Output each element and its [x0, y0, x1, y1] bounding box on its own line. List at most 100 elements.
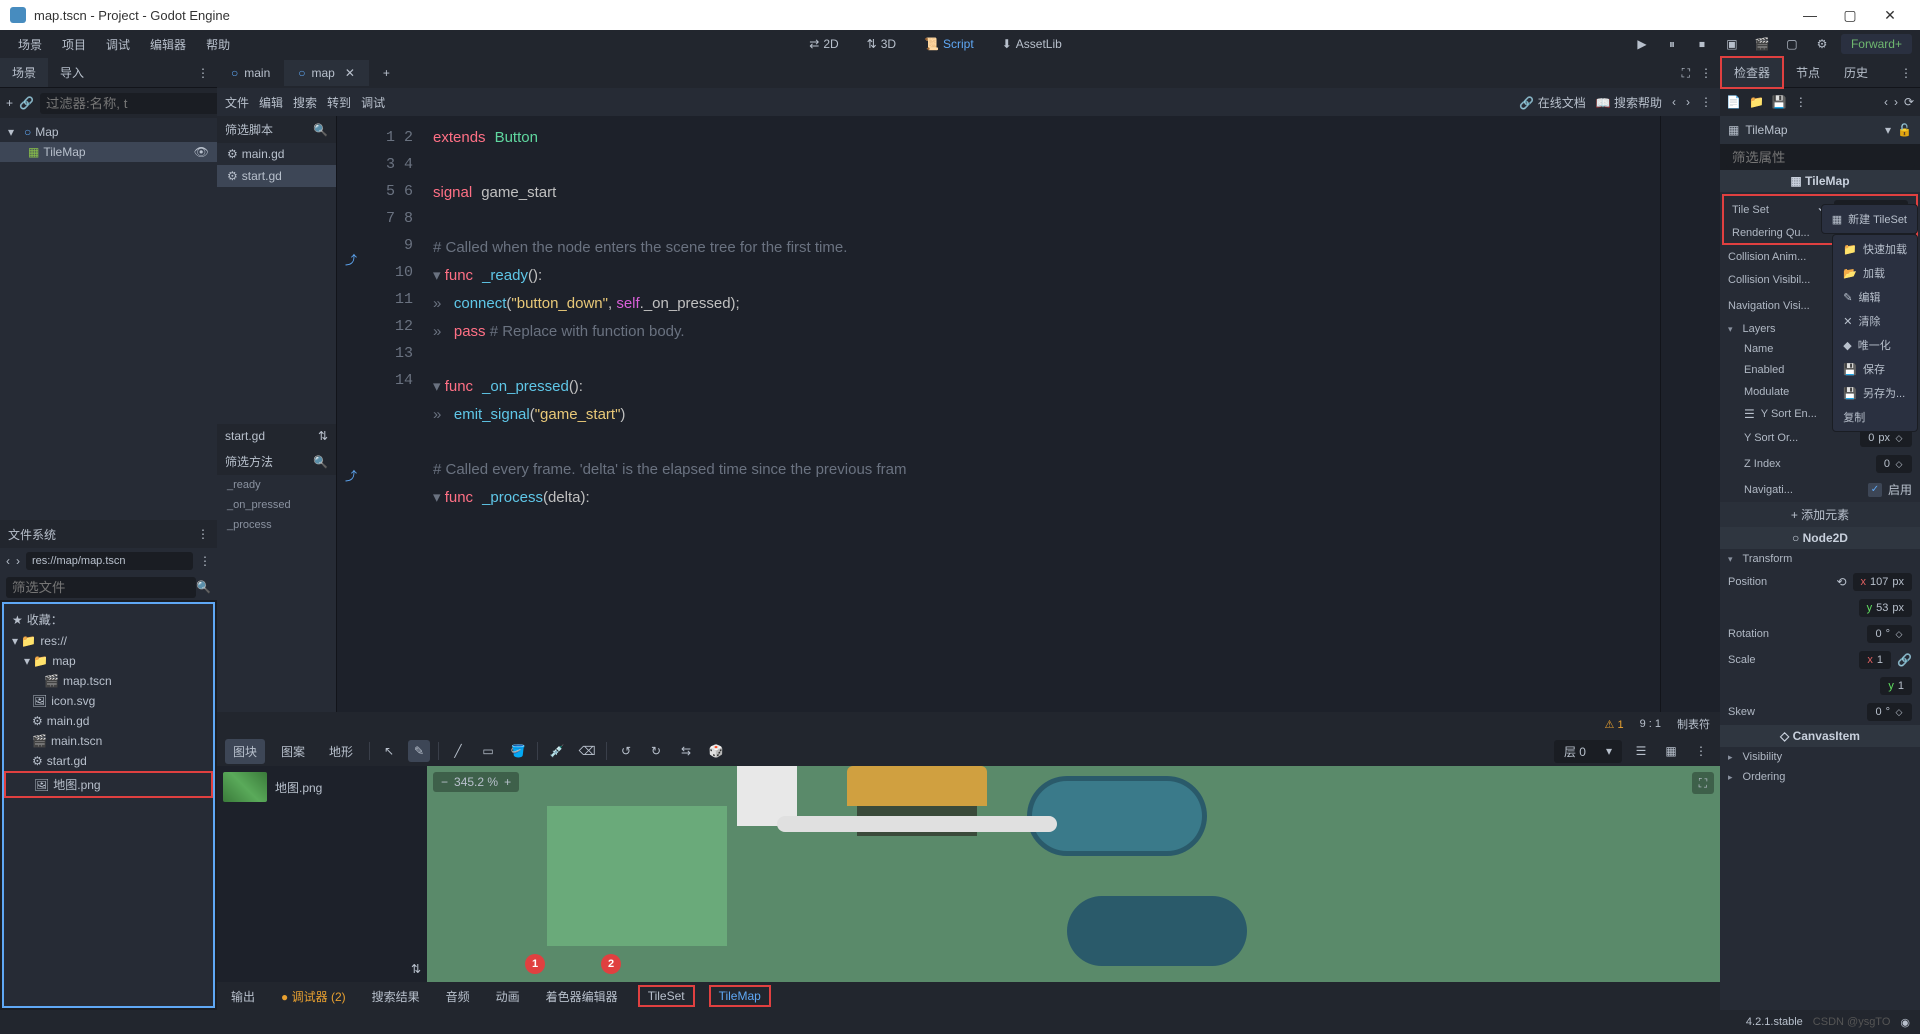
flip-h-icon[interactable]: ⇆	[675, 740, 697, 762]
bottom-tab-debugger[interactable]: ● 调试器 (2)	[275, 984, 352, 1009]
collapse-icon[interactable]: ▾	[8, 125, 20, 139]
play-button[interactable]: ▶	[1631, 33, 1653, 55]
skew-value[interactable]: 0° ◇	[1867, 703, 1912, 721]
visibility-group[interactable]: Visibility	[1743, 751, 1912, 763]
tilemap-tab-terrain[interactable]: 地形	[321, 739, 361, 764]
toolbar-menu-icon[interactable]: ⋮	[1700, 95, 1712, 109]
view-2d-button[interactable]: ⇄ 2D	[801, 33, 846, 55]
tab-node[interactable]: 节点	[1784, 58, 1832, 87]
code-content[interactable]: extends Button signal game_start # Calle…	[425, 116, 1660, 712]
tilemap-viewport[interactable]: − 345.2 % + ⛶ 1 2	[427, 766, 1720, 982]
menu-project[interactable]: 项目	[52, 32, 96, 57]
search-help-button[interactable]: 📖 搜索帮助	[1596, 94, 1662, 111]
movie-button[interactable]: 🎬	[1751, 33, 1773, 55]
tab-inspector[interactable]: 检查器	[1720, 56, 1784, 89]
view-3d-button[interactable]: ⇅ 3D	[859, 33, 904, 55]
menu-quick-load[interactable]: 📁 快速加载	[1833, 237, 1917, 261]
menu-debug[interactable]: 调试	[96, 32, 140, 57]
highlight-layer-icon[interactable]: ☰	[1630, 740, 1652, 762]
minimap[interactable]	[1660, 116, 1720, 712]
fs-main-tscn[interactable]: 🎬 main.tscn	[4, 731, 213, 751]
chevron-down-icon[interactable]: ▾	[1885, 123, 1891, 137]
method-process[interactable]: _process	[217, 515, 336, 535]
close-tab-icon[interactable]: ✕	[345, 66, 355, 80]
bottom-tab-shader[interactable]: 着色器编辑器	[540, 984, 624, 1009]
insp-menu-icon[interactable]: ⋮	[1795, 95, 1807, 109]
tilemap-tab-patterns[interactable]: 图案	[273, 739, 313, 764]
tilemap-tab-tiles[interactable]: 图块	[225, 739, 265, 764]
transform-title[interactable]: Transform	[1743, 553, 1912, 565]
position-y-value[interactable]: y 53 px	[1859, 599, 1912, 617]
menu-editor[interactable]: 编辑器	[140, 32, 196, 57]
menu-help[interactable]: 帮助	[196, 32, 240, 57]
insp-save-icon[interactable]: 💾	[1772, 95, 1787, 109]
scale-y-value[interactable]: y 1	[1880, 677, 1912, 695]
view-assetlib-button[interactable]: ⬇ AssetLib	[994, 33, 1070, 55]
bottom-tab-tileset[interactable]: TileSet	[638, 985, 695, 1007]
paint-tool-icon[interactable]: ✎	[408, 740, 430, 762]
insp-fwd-icon[interactable]: ›	[1894, 95, 1898, 109]
filesys-path[interactable]: res://map/map.tscn	[26, 552, 193, 570]
tileset-sort-icon[interactable]: ⇅	[217, 956, 427, 982]
menu-scene[interactable]: 场景	[8, 32, 52, 57]
section-node2d[interactable]: ○ Node2D	[1720, 527, 1920, 549]
play-custom-button[interactable]: ⚙	[1811, 33, 1833, 55]
add-element-button[interactable]: + 添加元素	[1791, 506, 1849, 523]
link-scale-icon[interactable]: 🔗	[1897, 653, 1912, 667]
menu-save[interactable]: 💾 保存	[1833, 357, 1917, 381]
menu-edit[interactable]: ✎ 编辑	[1833, 285, 1917, 309]
fs-icon-svg[interactable]: 🖼 icon.svg	[4, 691, 213, 711]
fs-root[interactable]: ▾ 📁 res://	[4, 631, 213, 651]
fs-folder-map[interactable]: ▾ 📁 map	[4, 651, 213, 671]
search-icon[interactable]: 🔍	[313, 123, 328, 137]
tab-import[interactable]: 导入	[48, 58, 96, 87]
fs-map-tscn[interactable]: 🎬 map.tscn	[4, 671, 213, 691]
select-tool-icon[interactable]: ↖	[378, 740, 400, 762]
filesys-nav-menu[interactable]: ⋮	[199, 554, 211, 568]
search-icon[interactable]: 🔍	[196, 580, 211, 594]
menu-copy[interactable]: 复制	[1833, 405, 1917, 429]
rotate-cw-icon[interactable]: ↻	[645, 740, 667, 762]
minimize-button[interactable]: —	[1790, 7, 1830, 23]
tab-scene[interactable]: 场景	[0, 58, 48, 87]
fs-main-gd[interactable]: ⚙ main.gd	[4, 711, 213, 731]
fullscreen-button[interactable]: ⛶	[1682, 66, 1690, 81]
bottom-tab-tilemap[interactable]: TileMap	[709, 985, 771, 1007]
maximize-button[interactable]: ▢	[1830, 7, 1870, 24]
method-on-pressed[interactable]: _on_pressed	[217, 495, 336, 515]
insp-back-icon[interactable]: ‹	[1884, 95, 1888, 109]
navigati-checkbox[interactable]	[1868, 483, 1882, 497]
zoom-in-icon[interactable]: +	[504, 775, 511, 789]
bottom-tab-output[interactable]: 输出	[225, 984, 261, 1009]
filesys-filter-input[interactable]	[6, 577, 196, 598]
scale-x-value[interactable]: x 1	[1859, 651, 1891, 669]
script-list-main[interactable]: ⚙ main.gd	[217, 143, 336, 165]
visibility-eye-icon[interactable]: 👁	[194, 145, 209, 159]
eraser-tool-icon[interactable]: ⌫	[576, 740, 598, 762]
script-tab-menu[interactable]: ⋮	[1700, 66, 1712, 81]
scene-node-tilemap[interactable]: ▦ TileMap 👁	[0, 142, 217, 162]
remote-play-button[interactable]: ▣	[1721, 33, 1743, 55]
layer-dropdown[interactable]: 层 0 ▾	[1554, 740, 1622, 763]
scene-panel-menu[interactable]: ⋮	[189, 66, 217, 80]
nav-back-icon[interactable]: ‹	[1672, 95, 1676, 109]
close-button[interactable]: ✕	[1870, 7, 1910, 24]
file-tab-main[interactable]: ○ main	[217, 60, 284, 86]
file-tab-map[interactable]: ○ map ✕	[284, 60, 369, 86]
link-button[interactable]: 🔗	[19, 94, 34, 112]
sort-icon[interactable]: ⇅	[318, 429, 328, 443]
status-indicator-icon[interactable]: ◉	[1900, 1016, 1910, 1029]
menu-load[interactable]: 📂 加载	[1833, 261, 1917, 285]
bottom-tab-audio[interactable]: 音频	[440, 984, 476, 1009]
zoom-out-icon[interactable]: −	[441, 775, 448, 789]
tileset-item[interactable]: 地图.png	[217, 766, 427, 808]
nav-back-button[interactable]: ‹	[6, 554, 10, 568]
zoom-control[interactable]: − 345.2 % +	[433, 772, 519, 792]
rect-tool-icon[interactable]: ▭	[477, 740, 499, 762]
fs-start-gd[interactable]: ⚙ start.gd	[4, 751, 213, 771]
new-tab-button[interactable]: +	[369, 60, 404, 86]
pause-button[interactable]: ⏸	[1661, 33, 1683, 55]
menu-clear[interactable]: ✕ 清除	[1833, 309, 1917, 333]
insp-history-icon[interactable]: ⟳	[1904, 95, 1914, 109]
online-docs-button[interactable]: 🔗 在线文档	[1519, 94, 1585, 111]
